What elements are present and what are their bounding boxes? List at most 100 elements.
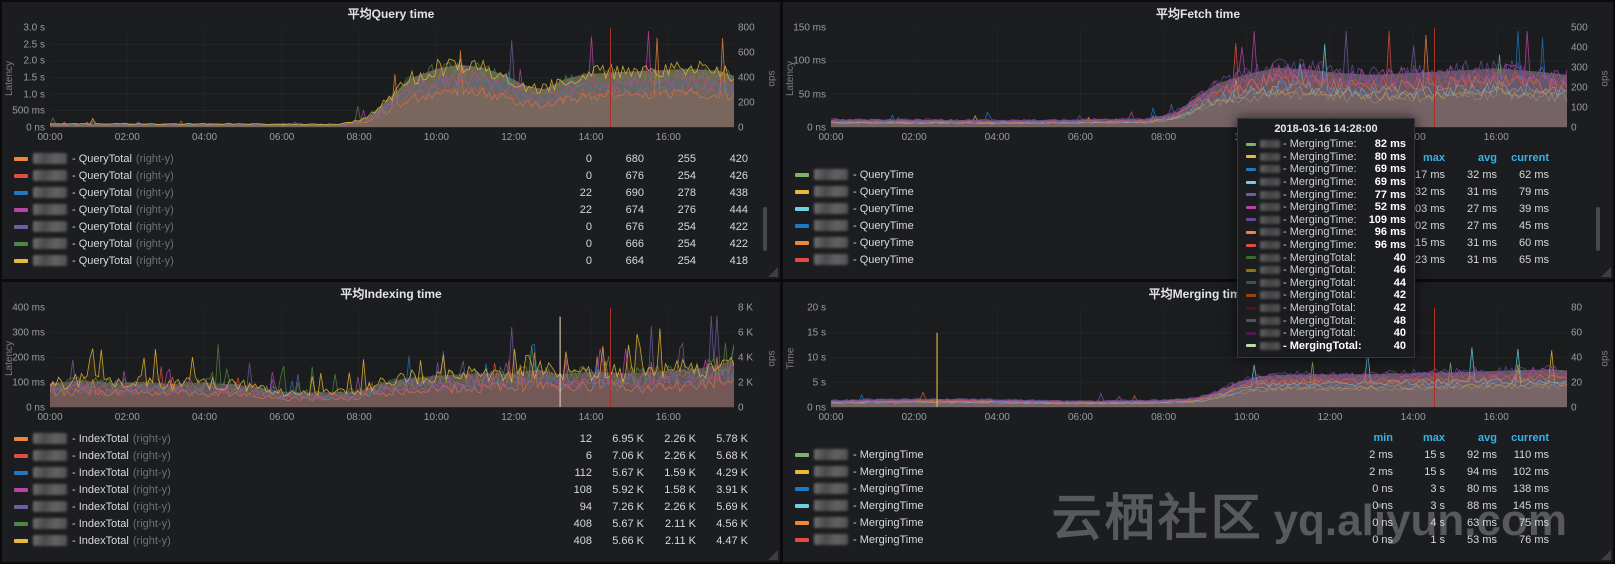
legend-series-alias[interactable]: - QueryTime <box>853 237 914 249</box>
legend-stat-value: 80 ms <box>1467 482 1497 495</box>
plot-region[interactable] <box>831 308 1567 408</box>
tooltip-series-row: - MergingTotal: 40 <box>1246 251 1406 264</box>
series-color-icon[interactable] <box>14 453 28 458</box>
legend-series-alias[interactable]: - MergingTime <box>853 449 924 461</box>
series-color-icon[interactable] <box>795 503 809 508</box>
series-color-icon[interactable] <box>14 470 28 475</box>
panel-resize-handle[interactable] <box>768 267 778 277</box>
legend-stat-value: 45 ms <box>1519 219 1549 232</box>
series-color-icon[interactable] <box>14 538 28 543</box>
y-tick-label-left: 1.5 s <box>23 72 45 84</box>
series-color-icon[interactable] <box>795 486 809 491</box>
legend-series-alias[interactable]: - QueryTime <box>853 254 914 266</box>
panel-title[interactable]: 平均Fetch time <box>783 2 1613 26</box>
series-color-icon[interactable] <box>795 189 809 194</box>
series-color-icon <box>1246 142 1256 146</box>
panel-title[interactable]: 平均Query time <box>2 2 780 26</box>
tooltip-series-label: - MergingTotal: <box>1283 289 1356 302</box>
censored-series-name <box>1260 291 1280 300</box>
legend-scrollbar[interactable] <box>1596 207 1600 251</box>
series-color-icon[interactable] <box>795 223 809 228</box>
series-color-icon[interactable] <box>14 487 28 492</box>
series-color-icon[interactable] <box>14 436 28 441</box>
legend-stat-value: 22 <box>579 186 592 199</box>
panel-resize-handle[interactable] <box>1601 550 1611 560</box>
legend-sort-header[interactable]: current <box>1497 152 1549 164</box>
plot-region[interactable] <box>50 308 734 408</box>
censored-series-name <box>814 534 848 545</box>
series-color-icon[interactable] <box>14 173 28 178</box>
legend-sort-header[interactable]: max <box>1393 432 1445 444</box>
legend-sort-header[interactable]: avg <box>1445 152 1497 164</box>
panel-title[interactable]: 平均Indexing time <box>2 282 780 306</box>
series-color-icon[interactable] <box>795 257 809 262</box>
tooltip-series-value: 96 ms <box>1374 239 1406 252</box>
series-color-icon[interactable] <box>795 452 809 457</box>
legend-row: - QueryTotal (right-y) 22 674 276 444 <box>14 201 748 218</box>
panel-title[interactable]: 平均Merging time <box>783 282 1613 306</box>
legend-series-alias[interactable]: - MergingTime <box>853 483 924 495</box>
series-color-icon[interactable] <box>14 521 28 526</box>
legend-stat-value: 690 <box>625 186 644 199</box>
chart-area: Latency 0 ns 100 ms 200 ms 300 ms 400 ms 02 … <box>2 303 780 424</box>
panel-resize-handle[interactable] <box>1601 267 1611 277</box>
panel-resize-handle[interactable] <box>768 550 778 560</box>
legend-series-alias[interactable]: - IndexTotal <box>72 433 129 445</box>
legend-series-alias[interactable]: - IndexTotal <box>72 467 129 479</box>
series-color-icon[interactable] <box>795 206 809 211</box>
legend-series-alias[interactable]: - QueryTotal <box>72 255 132 267</box>
series-color-icon[interactable] <box>795 537 809 542</box>
legend-sort-header[interactable]: current <box>1497 432 1549 444</box>
series-color-icon[interactable] <box>795 469 809 474</box>
y-tick-label-right: 2 K <box>738 377 754 389</box>
tooltip-series-label: - MergingTime: <box>1283 150 1357 163</box>
legend-series-alias[interactable]: - QueryTime <box>853 220 914 232</box>
plot-region[interactable] <box>831 28 1567 128</box>
legend-stat-value: 7.06 K <box>612 449 644 462</box>
series-color-icon[interactable] <box>14 190 28 195</box>
series-color-icon[interactable] <box>14 258 28 263</box>
legend-series-alias[interactable]: - MergingTime <box>853 517 924 529</box>
series-color-icon[interactable] <box>14 224 28 229</box>
series-color-icon[interactable] <box>795 520 809 525</box>
legend-series-alias[interactable]: - QueryTime <box>853 169 914 181</box>
legend-series-alias[interactable]: - QueryTotal <box>72 187 132 199</box>
legend-series-alias[interactable]: - QueryTotal <box>72 170 132 182</box>
legend-series-alias[interactable]: - QueryTotal <box>72 153 132 165</box>
legend-sort-header[interactable]: avg <box>1445 432 1497 444</box>
plot-region[interactable] <box>50 28 734 128</box>
legend-series-alias[interactable]: - MergingTime <box>853 500 924 512</box>
legend-row: - IndexTotal (right-y) 6 7.06 K 2.26 K 5.68 K <box>14 447 748 464</box>
legend-stat-value: 4.47 K <box>716 534 748 547</box>
series-color-icon[interactable] <box>14 504 28 509</box>
legend-series-alias[interactable]: - IndexTotal <box>72 501 129 513</box>
y-tick-label-right: 400 <box>1571 42 1588 54</box>
series-color-icon[interactable] <box>14 207 28 212</box>
y-tick-label-right: 80 <box>1571 302 1583 314</box>
series-color-icon[interactable] <box>14 156 28 161</box>
y-tick-label-right: 0 <box>1571 402 1577 414</box>
series-color-icon[interactable] <box>795 172 809 177</box>
legend-stat-value: 422 <box>729 220 748 233</box>
legend-series-alias[interactable]: - IndexTotal <box>72 535 129 547</box>
series-color-icon[interactable] <box>795 240 809 245</box>
legend-series-alias[interactable]: - IndexTotal <box>72 484 129 496</box>
legend-series-alias[interactable]: - QueryTotal <box>72 238 132 250</box>
tooltip-series-row: - MergingTotal: 44 <box>1246 277 1406 290</box>
legend-series-alias[interactable]: - QueryTotal <box>72 204 132 216</box>
legend-series-alias[interactable]: - MergingTime <box>853 466 924 478</box>
legend-series-alias[interactable]: - QueryTime <box>853 203 914 215</box>
x-axis: 00:00 02:00 04:00 06:00 08:00 10:00 12:00 14:00… <box>37 410 734 424</box>
legend-series-alias[interactable]: - MergingTime <box>853 534 924 546</box>
series-color-icon[interactable] <box>14 241 28 246</box>
legend-sort-header[interactable]: min <box>1341 432 1393 444</box>
tooltip-series-value: 80 ms <box>1374 150 1406 163</box>
legend-series-alias[interactable]: - QueryTime <box>853 186 914 198</box>
legend-series-alias[interactable]: - QueryTotal <box>72 221 132 233</box>
tooltip-series-value: 42 <box>1393 302 1406 315</box>
legend-series-alias[interactable]: - IndexTotal <box>72 450 129 462</box>
legend-scrollbar[interactable] <box>763 207 767 251</box>
legend-stat-value: 418 <box>729 254 748 267</box>
legend: max avg current - QueryTime 117 ms 32 ms 62 ms… <box>795 150 1603 268</box>
legend-series-alias[interactable]: - IndexTotal <box>72 518 129 530</box>
